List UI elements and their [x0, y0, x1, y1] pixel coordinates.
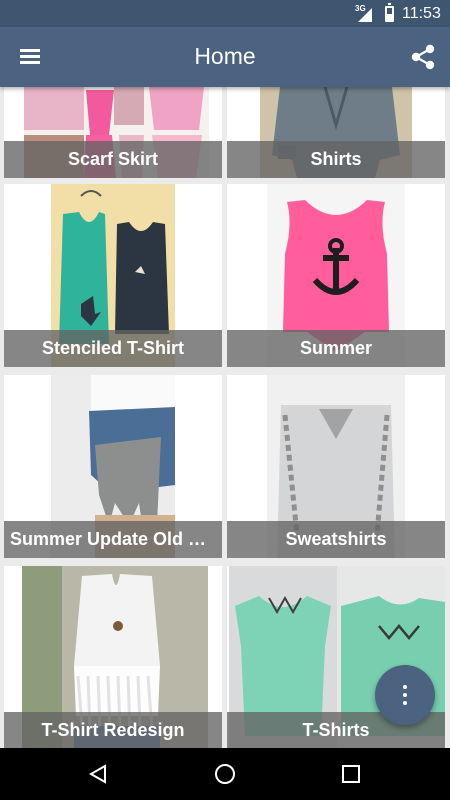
clock: 11:53: [402, 5, 441, 22]
app-bar: Home: [0, 27, 450, 87]
item-title: Shirts: [227, 141, 445, 178]
home-icon[interactable]: [205, 756, 245, 792]
item-title: Summer: [227, 330, 445, 367]
system-nav-bar: [0, 748, 450, 800]
recents-icon[interactable]: [331, 756, 371, 792]
grid-item-shirts[interactable]: Shirts: [227, 87, 445, 178]
grid-item-sweatshirts[interactable]: Sweatshirts: [227, 375, 445, 558]
battery-icon: [385, 3, 394, 22]
screen: 3G 11:53 Home Scarf Skirt Shirts Stencil…: [0, 0, 450, 800]
grid-item-summer[interactable]: Summer: [227, 184, 445, 367]
grid-item-stenciled-t-shirt[interactable]: Stenciled T-Shirt: [4, 184, 222, 367]
grid-item-summer-update-old-d[interactable]: Summer Update Old D...: [4, 375, 222, 558]
back-icon[interactable]: [78, 756, 118, 792]
more-vertical-icon[interactable]: [375, 665, 435, 725]
category-grid: Scarf Skirt Shirts Stenciled T-Shirt Sum…: [0, 87, 450, 748]
item-title: Summer Update Old D...: [4, 521, 222, 558]
item-title: T-Shirt Redesign: [4, 712, 222, 748]
item-title: Stenciled T-Shirt: [4, 330, 222, 367]
page-title: Home: [194, 43, 256, 69]
grid-item-t-shirt-redesign[interactable]: T-Shirt Redesign: [4, 566, 222, 748]
grid-item-scarf-skirt[interactable]: Scarf Skirt: [4, 87, 222, 178]
signal-icon: [358, 8, 372, 22]
item-title: Scarf Skirt: [4, 141, 222, 178]
status-bar: 3G 11:53: [0, 0, 450, 27]
share-icon[interactable]: [406, 42, 440, 72]
item-title: Sweatshirts: [227, 521, 445, 558]
